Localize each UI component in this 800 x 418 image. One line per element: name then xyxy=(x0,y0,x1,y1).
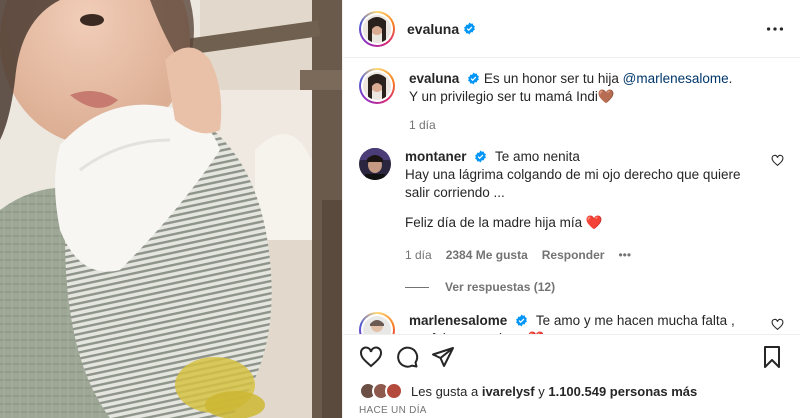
likes-summary: Les gusta a ivarelysf y 1.100.549 person… xyxy=(359,382,784,400)
post-header: evaluna xyxy=(343,0,800,58)
view-replies-button[interactable]: Ver respuestas (12) xyxy=(405,280,784,294)
comment-body: marlenesalome Te amo y me hacen mucha fa… xyxy=(409,312,784,334)
post-side-panel: evaluna evaluna Es un honor ser tu hija … xyxy=(342,0,800,418)
comment-time[interactable]: 1 día xyxy=(405,246,432,264)
instagram-post: evaluna evaluna Es un honor ser tu hija … xyxy=(0,0,800,418)
comment-likes-count[interactable]: 2384 Me gusta xyxy=(446,246,528,264)
comment-text: Hay una lágrima colgando de mi ojo derec… xyxy=(405,167,741,200)
red-heart-emoji: ❤️ xyxy=(585,215,603,230)
comment-item: marlenesalome Te amo y me hacen mucha fa… xyxy=(359,312,784,334)
verified-badge-icon xyxy=(464,22,476,35)
likes-prefix: Les gusta a xyxy=(411,383,479,399)
caption-line-2: Y un privilegio ser tu mamá Indi xyxy=(409,89,598,104)
verified-badge-icon xyxy=(516,314,527,327)
post-action-bar xyxy=(343,334,800,378)
author-avatar[interactable] xyxy=(359,10,395,47)
reply-button[interactable]: Responder xyxy=(542,246,605,264)
comment-text: Feliz día de la madre hija mía xyxy=(405,215,583,230)
post-photo[interactable] xyxy=(0,0,342,418)
view-replies-label: Ver respuestas (12) xyxy=(445,280,556,294)
replies-divider-line xyxy=(405,286,429,288)
comment-icon[interactable] xyxy=(395,345,419,369)
liker-avatars xyxy=(359,382,403,400)
send-icon[interactable] xyxy=(431,345,455,369)
caption-text: Es un honor ser tu hija xyxy=(483,71,623,86)
liker-username-link[interactable]: ivarelysf xyxy=(482,384,535,399)
caption-time[interactable]: 1 día xyxy=(409,116,436,134)
likes-count-link[interactable]: 1.100.549 personas más xyxy=(548,384,697,399)
photo-illustration xyxy=(0,0,342,418)
commenter-avatar[interactable] xyxy=(359,148,391,180)
comment-meta: 1 día 2384 Me gusta Responder ••• xyxy=(405,246,756,264)
caption-meta: 1 día xyxy=(409,116,756,134)
author-username[interactable]: evaluna xyxy=(407,21,459,37)
more-horizontal-icon[interactable] xyxy=(764,18,786,40)
heart-icon[interactable] xyxy=(771,318,784,331)
commenter-avatar[interactable] xyxy=(359,312,395,334)
comment-text: Te amo nenita xyxy=(495,149,580,164)
post-timestamp[interactable]: HACE UN DÍA xyxy=(359,405,427,416)
verified-badge-icon xyxy=(475,150,487,163)
comment-username[interactable]: marlenesalome xyxy=(409,313,507,328)
caption-body: evaluna Es un honor ser tu hija @marlene… xyxy=(409,68,784,134)
liker-avatar xyxy=(385,382,403,400)
caption-username[interactable]: evaluna xyxy=(409,71,459,86)
comment-options-button[interactable]: ••• xyxy=(618,246,631,264)
verified-badge-icon xyxy=(468,72,479,85)
caption-author-avatar[interactable] xyxy=(359,68,395,104)
comment-body: montaner Te amo nenita Hay una lágrima c… xyxy=(405,148,784,264)
heart-icon[interactable] xyxy=(771,154,784,167)
comment-text-wish: Feliz día de la madre hija mía ❤️ xyxy=(405,214,756,232)
comment-item: montaner Te amo nenita Hay una lágrima c… xyxy=(359,148,784,264)
bookmark-icon[interactable] xyxy=(760,345,784,369)
likes-mid: y xyxy=(538,383,545,399)
comment-username[interactable]: montaner xyxy=(405,149,467,164)
caption-text-end: . xyxy=(728,71,733,86)
brown-heart-emoji: 🤎 xyxy=(597,89,615,104)
comments-list[interactable]: evaluna Es un honor ser tu hija @marlene… xyxy=(343,58,800,334)
heart-icon[interactable] xyxy=(359,345,383,369)
caption-mention-link[interactable]: @marlenesalome xyxy=(623,71,729,86)
post-caption: evaluna Es un honor ser tu hija @marlene… xyxy=(359,68,784,134)
